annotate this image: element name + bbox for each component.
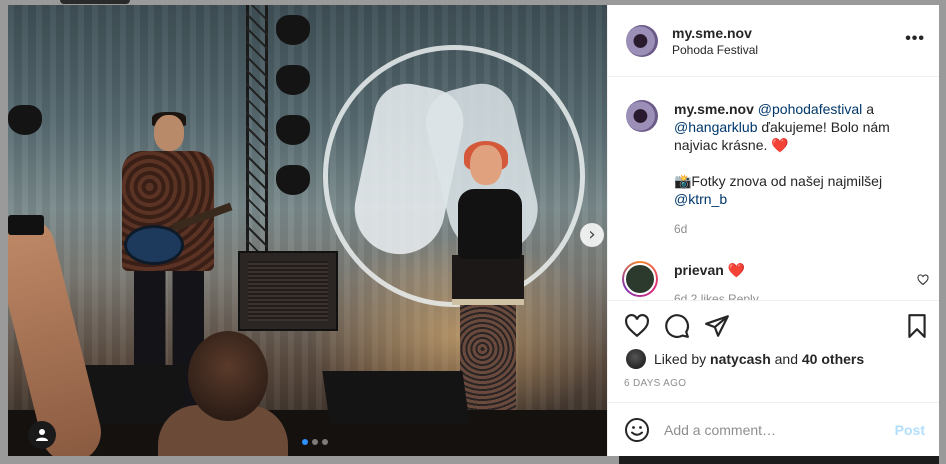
lighting-truss bbox=[246, 5, 268, 255]
stage-light bbox=[276, 65, 310, 95]
caption-text: a bbox=[866, 101, 874, 117]
caption-text: najviac krásne. bbox=[674, 137, 768, 153]
post-sidebar: my.sme.nov Pohoda Festival ••• my.sme.no… bbox=[607, 5, 939, 456]
bookmark-icon[interactable] bbox=[904, 313, 930, 339]
stage-light bbox=[276, 15, 310, 45]
post-location[interactable]: Pohoda Festival bbox=[672, 43, 758, 57]
post-photo[interactable]: › bbox=[8, 5, 607, 456]
tagged-users-button[interactable] bbox=[28, 421, 56, 449]
user-icon bbox=[36, 429, 48, 441]
carousel-dot bbox=[312, 439, 318, 445]
top-tab-indicator bbox=[60, 0, 130, 4]
post-header: my.sme.nov Pohoda Festival ••• bbox=[608, 5, 939, 77]
add-comment-bar: Post bbox=[608, 402, 939, 456]
caption-username[interactable]: my.sme.nov bbox=[674, 101, 754, 117]
post-caption: my.sme.nov @pohodafestival a @hangarklub… bbox=[674, 100, 924, 208]
likes-others[interactable]: 40 others bbox=[802, 351, 864, 367]
likes-prefix: Liked by bbox=[654, 351, 707, 367]
author-username[interactable]: my.sme.nov bbox=[672, 25, 752, 41]
chevron-right-icon: › bbox=[588, 224, 596, 245]
comment-like-button[interactable] bbox=[917, 274, 929, 289]
caption-text: 📸Fotky znova od našej najmilšej bbox=[674, 173, 883, 189]
comment-text: ❤️ bbox=[727, 262, 746, 278]
post-comment-button[interactable]: Post bbox=[895, 422, 925, 438]
carousel-dot bbox=[322, 439, 328, 445]
share-icon[interactable] bbox=[704, 313, 730, 339]
stage-monitor bbox=[322, 371, 470, 423]
post-timestamp: 6 DAYS AGO bbox=[624, 378, 687, 389]
caption-author-avatar[interactable] bbox=[626, 100, 658, 132]
liker-username[interactable]: natycash bbox=[710, 351, 771, 367]
author-avatar[interactable] bbox=[626, 25, 658, 57]
crowd-head bbox=[188, 331, 268, 421]
crowd-phone bbox=[8, 215, 44, 235]
stage-light bbox=[276, 115, 310, 145]
bottom-strip bbox=[619, 456, 939, 464]
likes-summary[interactable]: Liked by natycash and 40 others bbox=[626, 349, 864, 369]
stage-light bbox=[8, 105, 42, 135]
comment-input[interactable] bbox=[664, 417, 884, 443]
emoji-icon[interactable] bbox=[624, 417, 650, 443]
comment-meta: 6d 2 likes Reply bbox=[674, 292, 759, 300]
heart-icon[interactable] bbox=[624, 313, 650, 339]
caption-time: 6d bbox=[674, 222, 688, 236]
comment-icon[interactable] bbox=[664, 313, 690, 339]
more-dots-icon: ••• bbox=[905, 30, 925, 47]
comments-section: my.sme.nov @pohodafestival a @hangarklub… bbox=[608, 78, 939, 300]
caption-text: ďakujeme! Bolo nám bbox=[761, 119, 890, 135]
heart-outline-icon bbox=[917, 274, 929, 286]
carousel-next-button[interactable]: › bbox=[580, 223, 604, 247]
commenter-username[interactable]: prievan bbox=[674, 262, 724, 278]
liker-avatar bbox=[626, 349, 646, 369]
guitar-amplifier bbox=[238, 251, 338, 331]
carousel-indicator bbox=[302, 439, 328, 445]
mention-link[interactable]: @pohodafestival bbox=[758, 101, 863, 117]
mention-link[interactable]: @ktrn_b bbox=[674, 190, 924, 208]
likes-and: and bbox=[774, 351, 798, 367]
carousel-dot-active bbox=[302, 439, 308, 445]
commenter-avatar[interactable] bbox=[622, 261, 658, 297]
stage-light bbox=[276, 165, 310, 195]
heart-emoji: ❤️ bbox=[771, 137, 789, 153]
comment-body: prievan ❤️ bbox=[674, 262, 745, 279]
mention-link[interactable]: @hangarklub bbox=[674, 119, 758, 135]
window-frame: › my.sme.nov Pohoda Festival ••• my.sme.… bbox=[0, 0, 946, 464]
post-actions: Liked by natycash and 40 others 6 DAYS A… bbox=[608, 300, 939, 402]
more-options-button[interactable]: ••• bbox=[905, 31, 925, 47]
